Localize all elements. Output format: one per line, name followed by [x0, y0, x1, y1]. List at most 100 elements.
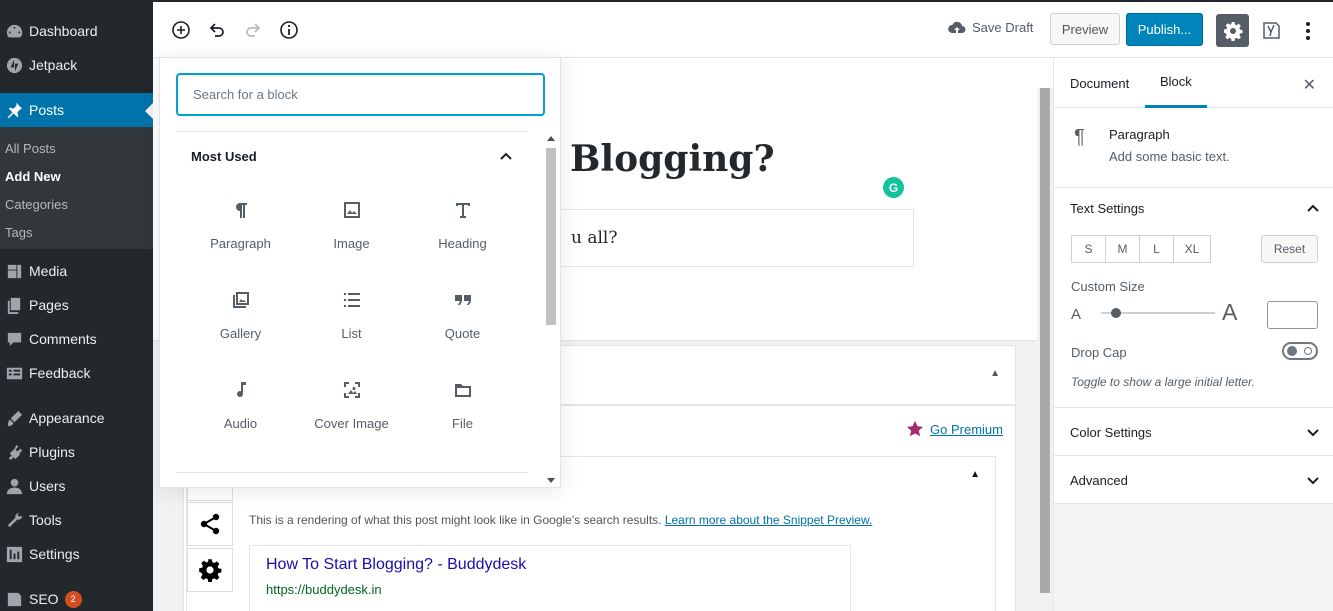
snippet-learn-more-link[interactable]: Learn more about the Snippet Preview.: [665, 513, 872, 527]
block-item-quote[interactable]: Quote: [407, 278, 518, 358]
preview-button[interactable]: Preview: [1050, 13, 1120, 45]
most-used-panel-header[interactable]: Most Used: [176, 132, 528, 182]
menu-item-tools[interactable]: Tools: [0, 503, 153, 537]
inserter-scroll-thumb[interactable]: [546, 148, 556, 325]
submenu-all-posts[interactable]: All Posts: [5, 141, 56, 156]
menu-item-users[interactable]: Users: [0, 469, 153, 503]
submenu-add-new[interactable]: Add New: [5, 169, 61, 184]
paragraph-icon: [229, 198, 253, 222]
editor-scrollbar[interactable]: [1037, 88, 1053, 611]
size-xl-button[interactable]: XL: [1173, 235, 1211, 263]
undo-icon[interactable]: [206, 19, 228, 41]
more-options-button[interactable]: [1298, 19, 1318, 43]
menu-item-pages[interactable]: Pages: [0, 288, 153, 322]
advanced-panel[interactable]: Advanced: [1054, 456, 1333, 504]
block-item-file[interactable]: File: [407, 368, 518, 448]
size-large-button[interactable]: L: [1139, 235, 1174, 263]
snippet-card[interactable]: How To Start Blogging? - Buddydesk https…: [249, 545, 851, 611]
block-item-list[interactable]: List: [296, 278, 407, 358]
slider-thumb[interactable]: [1111, 308, 1121, 318]
tab-document[interactable]: Document: [1070, 58, 1129, 108]
menu-item-media[interactable]: Media: [0, 254, 153, 288]
admin-menu: Dashboard Jetpack Posts All Posts Add Ne…: [0, 0, 153, 611]
go-premium-link[interactable]: Go Premium: [906, 420, 1003, 438]
drop-cap-help: Toggle to show a large initial letter.: [1071, 375, 1255, 389]
divider: [176, 472, 528, 473]
collapse-up-icon[interactable]: ▲: [990, 368, 1000, 379]
audio-icon: [229, 378, 253, 402]
grammarly-icon[interactable]: G: [883, 177, 904, 198]
block-item-audio[interactable]: Audio: [185, 368, 296, 448]
snippet-description-text: This is a rendering of what this post mi…: [249, 513, 662, 527]
publish-button[interactable]: Publish...: [1126, 13, 1203, 46]
scroll-up-arrow[interactable]: [547, 136, 555, 141]
users-icon: [0, 477, 29, 496]
collapse-up-icon[interactable]: ▲: [970, 469, 980, 480]
snippet-title[interactable]: How To Start Blogging? - Buddydesk: [266, 556, 526, 574]
menu-label: SEO: [29, 591, 59, 607]
block-search-input[interactable]: [176, 73, 545, 116]
menu-item-seo[interactable]: SEO 2: [0, 582, 153, 611]
menu-item-settings[interactable]: Settings: [0, 537, 153, 571]
menu-item-plugins[interactable]: Plugins: [0, 435, 153, 469]
scroll-down-arrow[interactable]: [547, 478, 555, 483]
inserter-scrollbar[interactable]: [544, 132, 558, 487]
jetpack-icon: [0, 56, 29, 75]
font-size-buttons: S M L XL: [1071, 235, 1211, 263]
add-block-icon[interactable]: [170, 19, 192, 41]
snippet-url[interactable]: https://buddydesk.in: [266, 582, 382, 597]
yoast-tab-settings[interactable]: [187, 548, 233, 592]
reset-button[interactable]: Reset: [1261, 235, 1318, 263]
yoast-tab-social[interactable]: [187, 502, 233, 546]
submenu-tags[interactable]: Tags: [5, 225, 32, 240]
info-icon[interactable]: [278, 19, 300, 41]
settings-toggle-button[interactable]: [1216, 14, 1249, 47]
heading-icon: [451, 198, 475, 222]
custom-size-input[interactable]: [1267, 301, 1318, 329]
share-icon: [200, 513, 220, 535]
chevron-up-icon[interactable]: [1306, 201, 1320, 215]
block-item-cover-image[interactable]: Cover Image: [296, 368, 407, 448]
paragraph-text[interactable]: u all?: [571, 228, 617, 248]
block-item-heading[interactable]: Heading: [407, 188, 518, 268]
menu-label: Dashboard: [29, 23, 98, 39]
chevron-down-icon[interactable]: [1306, 474, 1320, 488]
posts-submenu: All Posts Add New Categories Tags: [0, 127, 153, 249]
close-icon[interactable]: ✕: [1303, 75, 1316, 95]
block-label: Gallery: [219, 326, 262, 341]
menu-item-comments[interactable]: Comments: [0, 322, 153, 356]
font-size-slider[interactable]: [1101, 308, 1215, 318]
custom-size-label: Custom Size: [1071, 279, 1145, 294]
list-icon: [340, 288, 364, 312]
size-medium-button[interactable]: M: [1105, 235, 1140, 263]
block-item-paragraph[interactable]: Paragraph: [185, 188, 296, 268]
drop-cap-toggle[interactable]: [1282, 342, 1318, 360]
size-small-button[interactable]: S: [1071, 235, 1106, 263]
plugins-icon: [0, 443, 29, 462]
menu-item-posts[interactable]: Posts: [0, 93, 153, 127]
block-item-image[interactable]: Image: [296, 188, 407, 268]
small-a-label: A: [1071, 306, 1082, 323]
menu-item-feedback[interactable]: Feedback: [0, 356, 153, 390]
menu-item-dashboard[interactable]: Dashboard: [0, 14, 153, 48]
save-draft-button[interactable]: Save Draft: [948, 20, 1033, 35]
comments-icon: [0, 330, 29, 349]
yoast-seo-button[interactable]: [1261, 19, 1283, 41]
text-settings-title[interactable]: Text Settings: [1070, 201, 1144, 216]
chevron-up-icon[interactable]: [498, 148, 514, 164]
menu-item-jetpack[interactable]: Jetpack: [0, 48, 153, 82]
panel-title: Most Used: [191, 149, 257, 164]
block-label: Image: [333, 236, 370, 251]
tab-block[interactable]: Block: [1145, 58, 1207, 108]
menu-item-appearance[interactable]: Appearance: [0, 401, 153, 435]
chevron-down-icon[interactable]: [1306, 426, 1320, 440]
color-settings-panel[interactable]: Color Settings: [1054, 408, 1333, 456]
paragraph-block[interactable]: u all?: [553, 209, 914, 267]
menu-label: Feedback: [29, 365, 91, 381]
redo-icon[interactable]: [242, 19, 264, 41]
submenu-categories[interactable]: Categories: [5, 197, 68, 212]
block-item-gallery[interactable]: Gallery: [185, 278, 296, 358]
editor-scroll-thumb[interactable]: [1040, 88, 1050, 593]
post-title[interactable]: Blogging?: [570, 138, 775, 180]
block-card: ¶ Paragraph Add some basic text.: [1054, 108, 1333, 188]
